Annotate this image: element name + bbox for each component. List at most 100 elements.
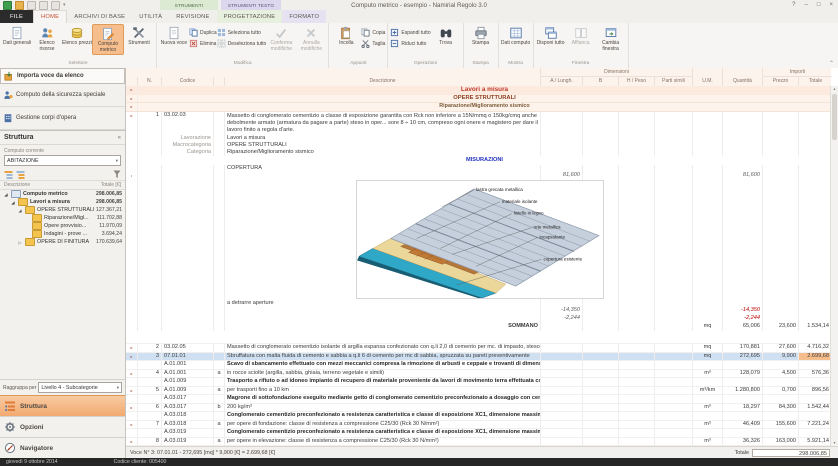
tree-item[interactable]: Riparazione/Migl... 111.702,88: [0, 214, 125, 222]
header-quantita[interactable]: Quantità: [723, 77, 763, 86]
undo-icon[interactable]: [39, 0, 48, 10]
collapse-ribbon-icon[interactable]: ⌃: [829, 60, 834, 67]
strumenti-button[interactable]: Strumenti: [124, 24, 154, 47]
header-descrizione[interactable]: Descrizione: [225, 77, 541, 86]
minimize-button[interactable]: –: [805, 2, 808, 8]
table-row[interactable]: A.03.019 Conglomerato cementizio preconfe…: [126, 428, 831, 437]
expand-tree-icon[interactable]: [4, 170, 13, 179]
table-row[interactable]: ▸ 5 A.01.009 a per trasporti fino a 10 km m³/…: [126, 385, 831, 394]
importa-voce-button[interactable]: Importa voce da elenco: [0, 68, 125, 84]
trova-button[interactable]: Trova: [431, 24, 461, 47]
tree-item[interactable]: ◢ OPERE STRUTTURALI 127.367,21: [0, 206, 125, 214]
button-label: Taglia: [372, 40, 386, 47]
deseleziona-tutto-button[interactable]: Deseleziona tutto: [217, 38, 266, 49]
quick-access-dropdown-icon[interactable]: ▾: [63, 2, 66, 8]
header-b[interactable]: B: [583, 77, 619, 86]
elenco-risorse-button[interactable]: Elenco risorse: [32, 24, 62, 53]
tab-home[interactable]: HOME: [33, 10, 68, 23]
folder-icon: [25, 238, 35, 246]
seleziona-tutto-button[interactable]: Seleziona tutto: [217, 27, 267, 38]
table-row[interactable]: ▸ 4 A.01.001 a in rocce sciolte (argilla, sa…: [126, 368, 831, 377]
cell-sub: a: [214, 386, 225, 394]
vertical-scrollbar[interactable]: ▲ ▼: [830, 86, 838, 447]
table-row[interactable]: A.01.009 Trasporto a rifiuto o ad idoneo …: [126, 377, 831, 386]
computo-sicurezza-button[interactable]: Computo della sicurezza speciale: [0, 84, 125, 107]
duplica-button[interactable]: Duplica: [189, 27, 217, 38]
cell-parti-simili: [655, 179, 693, 300]
tree-toggle-icon[interactable]: ◢: [10, 200, 16, 205]
tree-item-label: Riparazione/Migl...: [44, 215, 89, 221]
disponi-tutto-button[interactable]: Disponi tutto: [536, 24, 566, 47]
cell-b: [583, 172, 619, 180]
tree-toggle-icon[interactable]: ◢: [3, 192, 9, 197]
elimina-button[interactable]: Elimina: [189, 38, 217, 49]
header-parti-simili[interactable]: Parti simili: [655, 77, 693, 86]
tab-navigatore[interactable]: Navigatore: [0, 437, 125, 458]
computo-corrente-select[interactable]: ABITAZIONE ▾: [4, 155, 121, 166]
cell-descrizione: OPERE STRUTTURALI: [453, 94, 516, 101]
tree-item[interactable]: ▷ OPERE DI FINITURA 170.639,64: [0, 238, 125, 246]
maximize-button[interactable]: □: [817, 2, 821, 8]
header-a-lungh[interactable]: A / Lungh.: [541, 77, 583, 86]
header-codice[interactable]: Codice: [162, 77, 214, 86]
dati-generali-button[interactable]: Dati generali: [2, 24, 32, 47]
table-row[interactable]: ▸ 3 07.01.01 Sbruffatura con malta fluida d…: [126, 351, 831, 360]
table-row[interactable]: ▸ 1 03.02.03 Massetto di conglomerato cemen…: [126, 111, 831, 135]
cell-a-lungh: [541, 164, 583, 172]
header-prezzo[interactable]: Prezzo: [763, 77, 799, 86]
header-n[interactable]: N.: [138, 77, 162, 86]
table-row[interactable]: ▸ 8 A.03.019 a per opere in elevazione: clas…: [126, 436, 831, 445]
help-button[interactable]: ?: [792, 2, 795, 8]
close-button[interactable]: ×: [829, 2, 833, 8]
table-row[interactable]: ▸ 2 03.02.05 Massetto di conglomerato cemen…: [126, 343, 831, 352]
stampa-button[interactable]: Stampa: [466, 24, 496, 47]
save-icon[interactable]: [27, 0, 36, 10]
header-h-peso[interactable]: H / Peso: [619, 77, 655, 86]
computo-metrico-button[interactable]: Computo metrico: [92, 24, 124, 55]
tree-item[interactable]: Opere provvisio... 11.970,09: [0, 222, 125, 230]
table-row[interactable]: A.01.001 Scavo di sbancamento effettuato …: [126, 360, 831, 369]
table-row[interactable]: A.03.018 Conglomerato cementizio preconfe…: [126, 411, 831, 420]
raggruppa-select[interactable]: Livello 4 - Subcategorie ▾: [38, 382, 122, 393]
tab-archivi-di-base[interactable]: ARCHIVI DI BASE: [67, 10, 132, 23]
elenco-prezzi-button[interactable]: Elenco prezzi: [62, 24, 92, 47]
riduci-tutto-button[interactable]: Riduci tutto: [390, 38, 430, 49]
tree-item[interactable]: ◢ Lavori a misura 298.006,85: [0, 198, 125, 206]
copia-button[interactable]: Copia: [361, 27, 385, 38]
scrollbar-thumb[interactable]: [832, 94, 837, 140]
filter-funnel-icon[interactable]: [113, 170, 121, 179]
cell-b: [583, 361, 619, 369]
tree-item[interactable]: ◢ Computo metrico 298.006,85: [0, 190, 125, 198]
row-marker-icon: [126, 314, 138, 322]
tab-file[interactable]: FILE: [0, 10, 34, 23]
gestione-corpi-button[interactable]: Gestione corpi d'opera: [0, 107, 125, 130]
tab-revisione[interactable]: REVISIONE: [169, 10, 216, 23]
nuova-voce-button[interactable]: Nuova voce: [159, 24, 189, 47]
redo-icon[interactable]: [51, 0, 60, 10]
open-icon[interactable]: [15, 0, 24, 10]
tab-formato[interactable]: FORMATO: [282, 10, 327, 23]
tree-item[interactable]: Indagini - prove ... 3.694,24: [0, 230, 125, 238]
collapse-panel-icon[interactable]: «: [118, 135, 121, 141]
dati-computo-button[interactable]: Dati computo: [501, 24, 531, 47]
collapse-tree-icon[interactable]: [16, 170, 25, 179]
cell-descrizione: [225, 314, 541, 322]
tree-toggle-icon[interactable]: ▷: [17, 240, 23, 245]
tree-toggle-icon[interactable]: ◢: [17, 208, 23, 213]
table-row[interactable]: ▸ 7 A.03.018 a per opere di fondazione: clas…: [126, 419, 831, 428]
cambia-finestra-button[interactable]: Cambia finestra: [596, 24, 626, 53]
header-um[interactable]: U.M.: [693, 77, 723, 86]
espandi-tutto-button[interactable]: Espandi tutto: [390, 27, 431, 38]
tab-opzioni[interactable]: Opzioni: [0, 416, 125, 437]
cell-h-peso: [619, 322, 655, 331]
taglia-button[interactable]: Taglia: [361, 38, 385, 49]
scroll-up-icon[interactable]: ▲: [831, 86, 838, 93]
header-totale[interactable]: Totale: [799, 77, 832, 86]
table-row[interactable]: ▸ 6 A.03.017 b 200 kg/m³ m³ 18,297 84,300 1.542,…: [126, 402, 831, 411]
table-row[interactable]: A.03.017 Magrone di sottofondazione esegu…: [126, 394, 831, 403]
tab-struttura[interactable]: Struttura: [0, 395, 125, 416]
tab-utilita[interactable]: UTILITÀ: [132, 10, 169, 23]
cell-h-peso: [619, 352, 655, 360]
incolla-button[interactable]: Incolla: [331, 24, 361, 47]
tab-progettazione[interactable]: PROGETTAZIONE: [216, 10, 283, 23]
